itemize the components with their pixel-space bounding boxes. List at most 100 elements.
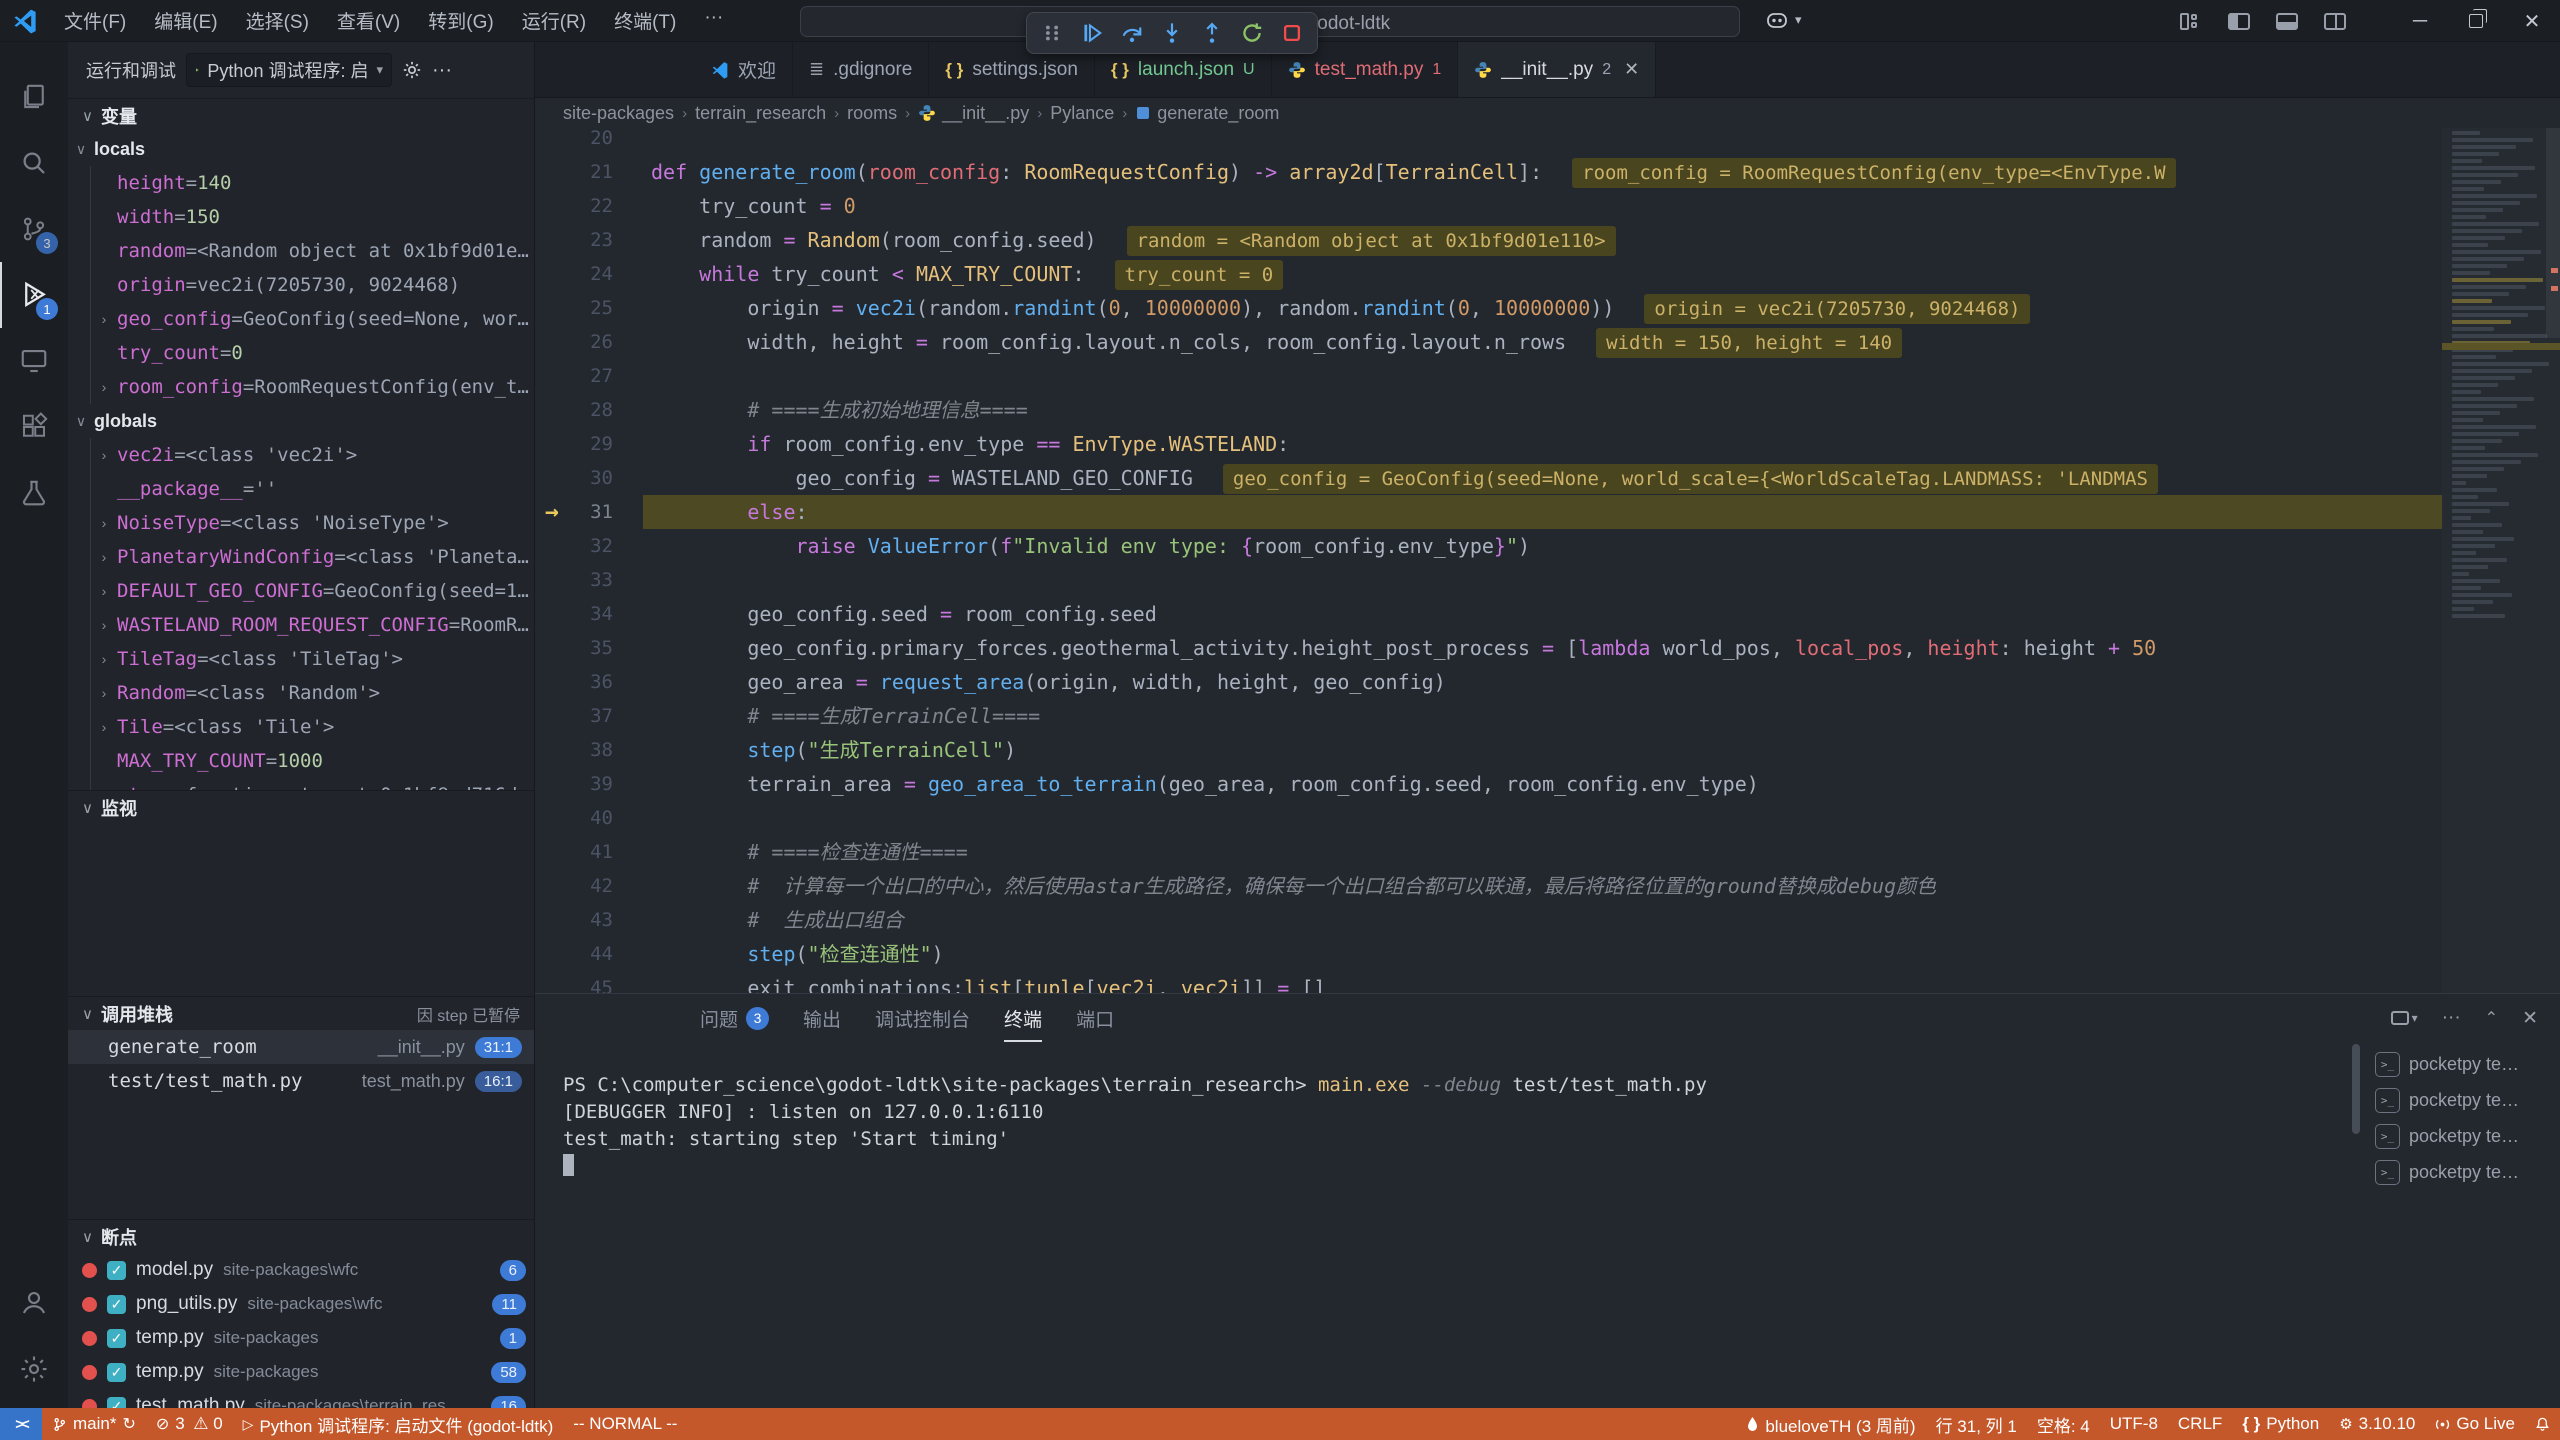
variable-row[interactable]: ›geo_config = GeoConfig(seed=None, wor… xyxy=(91,302,534,336)
tab-.gdignore[interactable]: ≣.gdignore xyxy=(793,42,929,97)
remote-indicator[interactable]: >< xyxy=(0,1408,42,1440)
call-stack-section-header[interactable]: ∨ 调用堆栈 因 step 已暂停 xyxy=(68,996,534,1030)
breakpoint-row[interactable]: ✓model.pysite-packages\wfc6 xyxy=(68,1253,534,1287)
breakpoints-section-header[interactable]: ∨ 断点 xyxy=(68,1219,534,1253)
status----normal---[interactable]: -- NORMAL -- xyxy=(563,1408,687,1440)
status-bell-icon[interactable] xyxy=(2525,1408,2560,1440)
variable-row[interactable]: ›vec2i = <class 'vec2i'> xyxy=(91,438,534,472)
activity-extensions[interactable] xyxy=(0,394,68,460)
tab-__init__.py[interactable]: __init__.py2✕ xyxy=(1458,42,1656,97)
menu-item-6[interactable]: 终端(T) xyxy=(602,2,688,39)
variable-row[interactable]: __package__ = '' xyxy=(91,472,534,506)
variable-row[interactable]: ›Random = <class 'Random'> xyxy=(91,676,534,710)
code-editor[interactable]: 202122232425262728293031→323334353637383… xyxy=(535,128,2560,993)
status-crlf[interactable]: CRLF xyxy=(2168,1408,2232,1440)
close-tab-icon[interactable]: ✕ xyxy=(1624,59,1639,80)
close-panel-icon[interactable]: ✕ xyxy=(2522,1007,2538,1030)
activity-account[interactable] xyxy=(0,1270,68,1336)
status-debug-run-icon[interactable]: ▷Python 调试程序: 启动文件 (godot-ldtk) xyxy=(233,1408,564,1440)
status-utf-8[interactable]: UTF-8 xyxy=(2100,1408,2168,1440)
breakpoint-checkbox[interactable]: ✓ xyxy=(107,1295,126,1314)
menu-item-0[interactable]: 文件(F) xyxy=(52,2,138,39)
terminal-session-item[interactable]: >_pocketpy te… xyxy=(2369,1082,2554,1118)
activity-files[interactable] xyxy=(0,64,68,130)
terminal[interactable]: PS C:\computer_science\godot-ldtk\site-p… xyxy=(535,1042,2560,1408)
activity-remote-explorer[interactable] xyxy=(0,328,68,394)
status-braces-icon[interactable]: { }Python xyxy=(2232,1408,2329,1440)
status-----4[interactable]: 空格: 4 xyxy=(2027,1408,2100,1440)
minimize-button[interactable]: ─ xyxy=(2392,0,2448,42)
variable-row[interactable]: ›room_config = RoomRequestConfig(env_t… xyxy=(91,370,534,404)
status-commit-author-icon[interactable]: blueloveTH (3 周前) xyxy=(1736,1408,1925,1440)
breadcrumb-item[interactable]: terrain_research xyxy=(695,103,826,124)
stop-button[interactable] xyxy=(1275,16,1309,50)
toggle-panel-icon[interactable] xyxy=(2276,13,2298,30)
step-into-button[interactable] xyxy=(1155,16,1189,50)
close-button[interactable]: ✕ xyxy=(2504,0,2560,42)
panel-tab-调试控制台[interactable]: 调试控制台 xyxy=(875,994,970,1042)
variables-section-header[interactable]: ∨ 变量 xyxy=(68,98,534,132)
menu-item-7[interactable]: ··· xyxy=(692,2,735,39)
toggle-sidebar-icon[interactable] xyxy=(2228,13,2250,30)
variable-row[interactable]: ›PlanetaryWindConfig = <class 'Planeta… xyxy=(91,540,534,574)
variable-row[interactable]: stop = <function stop at 0x1bf8cd716d xyxy=(91,778,534,790)
watch-section-header[interactable]: ∨ 监视 xyxy=(68,790,534,824)
step-out-button[interactable] xyxy=(1195,16,1229,50)
more-actions-icon[interactable]: ··· xyxy=(432,59,452,82)
variable-row[interactable]: ›DEFAULT_GEO_CONFIG = GeoConfig(seed=1… xyxy=(91,574,534,608)
panel-tab-输出[interactable]: 输出 xyxy=(803,994,841,1042)
breadcrumb-item[interactable]: __init__.py xyxy=(918,103,1029,124)
status---31----1[interactable]: 行 31, 列 1 xyxy=(1926,1408,2027,1440)
panel-tab-问题[interactable]: 问题3 xyxy=(700,994,769,1042)
restart-button[interactable] xyxy=(1235,16,1269,50)
minimap-slider[interactable] xyxy=(2546,128,2560,338)
restore-button[interactable] xyxy=(2448,0,2504,42)
continue-button[interactable] xyxy=(1075,16,1109,50)
status-go-live-icon[interactable]: Go Live xyxy=(2425,1408,2525,1440)
variable-row[interactable]: ›Tile = <class 'Tile'> xyxy=(91,710,534,744)
breakpoint-row[interactable]: ✓png_utils.pysite-packages\wfc11 xyxy=(68,1287,534,1321)
terminal-session-item[interactable]: >_pocketpy te… xyxy=(2369,1046,2554,1082)
terminal-session-item[interactable]: >_pocketpy te… xyxy=(2369,1118,2554,1154)
variable-row[interactable]: ›WASTELAND_ROOM_REQUEST_CONFIG = RoomR… xyxy=(91,608,534,642)
breakpoint-row[interactable]: ✓temp.pysite-packages58 xyxy=(68,1355,534,1389)
variable-row[interactable]: height = 140 xyxy=(91,166,534,200)
breakpoint-checkbox[interactable]: ✓ xyxy=(107,1397,126,1409)
activity-settings-gear[interactable] xyxy=(0,1336,68,1402)
terminal-scrollbar[interactable] xyxy=(2352,1044,2360,1134)
menu-item-2[interactable]: 选择(S) xyxy=(234,2,321,39)
status-git-branch-icon[interactable]: main*↻ xyxy=(42,1408,146,1440)
debug-config-dropdown[interactable]: Python 调试程序: 启 ▾ xyxy=(186,53,392,87)
breakpoint-checkbox[interactable]: ✓ xyxy=(107,1329,126,1348)
activity-testing[interactable] xyxy=(0,460,68,526)
copilot-button[interactable]: ▾ xyxy=(1765,8,1802,32)
variable-row[interactable]: ›NoiseType = <class 'NoiseType'> xyxy=(91,506,534,540)
variable-row[interactable]: try_count = 0 xyxy=(91,336,534,370)
breadcrumb[interactable]: site-packages›terrain_research›rooms›__i… xyxy=(535,98,2560,128)
menu-item-4[interactable]: 转到(G) xyxy=(416,2,505,39)
activity-debug[interactable]: 1 xyxy=(0,262,68,328)
more-icon[interactable]: ··· xyxy=(2442,1007,2461,1029)
activity-source-control[interactable]: 3 xyxy=(0,196,68,262)
variable-scope-row[interactable]: ∨locals xyxy=(68,132,534,166)
status-python-env-icon[interactable]: ⚙3.10.10 xyxy=(2329,1408,2425,1440)
panel-tab-终端[interactable]: 终端 xyxy=(1004,994,1042,1042)
activity-search[interactable] xyxy=(0,130,68,196)
variable-row[interactable]: random = <Random object at 0x1bf9d01e… xyxy=(91,234,534,268)
panel-tab-端口[interactable]: 端口 xyxy=(1076,994,1114,1042)
minimap[interactable] xyxy=(2442,128,2560,993)
maximize-panel-icon[interactable]: ⌃ xyxy=(2485,1008,2498,1028)
menu-item-1[interactable]: 编辑(E) xyxy=(142,2,229,39)
variable-row[interactable]: MAX_TRY_COUNT = 1000 xyxy=(91,744,534,778)
step-over-button[interactable] xyxy=(1115,16,1149,50)
breadcrumb-item[interactable]: generate_room xyxy=(1135,103,1279,124)
terminal-session-item[interactable]: >_pocketpy te… xyxy=(2369,1154,2554,1190)
menu-item-3[interactable]: 查看(V) xyxy=(325,2,412,39)
gear-icon[interactable] xyxy=(402,60,422,80)
breadcrumb-item[interactable]: Pylance xyxy=(1050,103,1114,124)
variable-row[interactable]: width = 150 xyxy=(91,200,534,234)
breakpoint-row[interactable]: ✓temp.pysite-packages1 xyxy=(68,1321,534,1355)
customize-layout-icon[interactable] xyxy=(2180,13,2202,30)
toggle-secondary-sidebar-icon[interactable] xyxy=(2324,13,2346,30)
call-stack-frame[interactable]: generate_room__init__.py31:1 xyxy=(68,1030,534,1064)
